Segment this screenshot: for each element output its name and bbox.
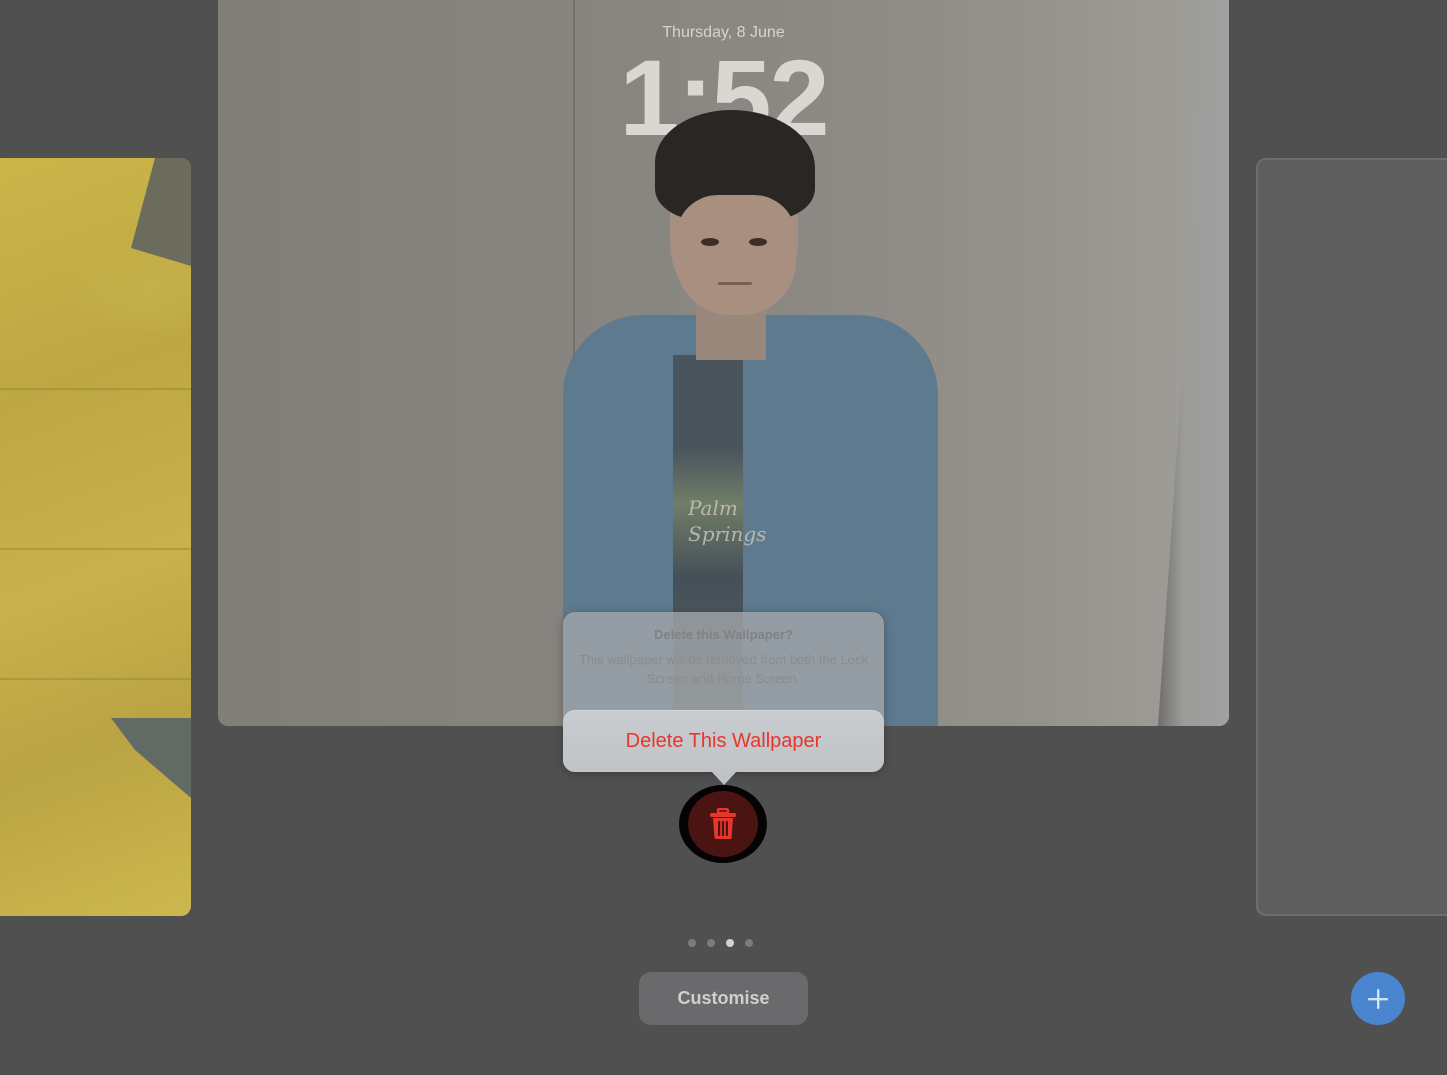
popover-arrow (711, 771, 737, 785)
add-wallpaper-button[interactable] (1351, 972, 1405, 1025)
petal-edge (0, 388, 191, 390)
wallpaper-card-previous[interactable] (0, 158, 191, 916)
page-dot-4[interactable] (745, 939, 753, 947)
petal-shadow (131, 158, 191, 266)
delete-button[interactable] (679, 785, 767, 863)
delete-wallpaper-button[interactable]: Delete This Wallpaper (563, 710, 884, 772)
popover-message: This wallpaper will be removed from both… (578, 652, 869, 686)
wallpaper-card-next[interactable] (1256, 158, 1447, 916)
petal-edge (0, 678, 191, 680)
page-indicator[interactable] (688, 939, 753, 947)
page-dot-3-active[interactable] (726, 939, 734, 947)
plus-icon (1368, 988, 1388, 1009)
petal-shadow (111, 718, 191, 798)
delete-button-fill (688, 791, 758, 857)
popover-title: Delete this Wallpaper? (654, 627, 793, 642)
page-dot-2[interactable] (707, 939, 715, 947)
petal-edge (0, 548, 191, 550)
page-dot-1[interactable] (688, 939, 696, 947)
customise-button[interactable]: Customise (639, 972, 808, 1025)
trash-icon (710, 808, 736, 839)
lock-screen-time: 1:52 (619, 37, 829, 158)
